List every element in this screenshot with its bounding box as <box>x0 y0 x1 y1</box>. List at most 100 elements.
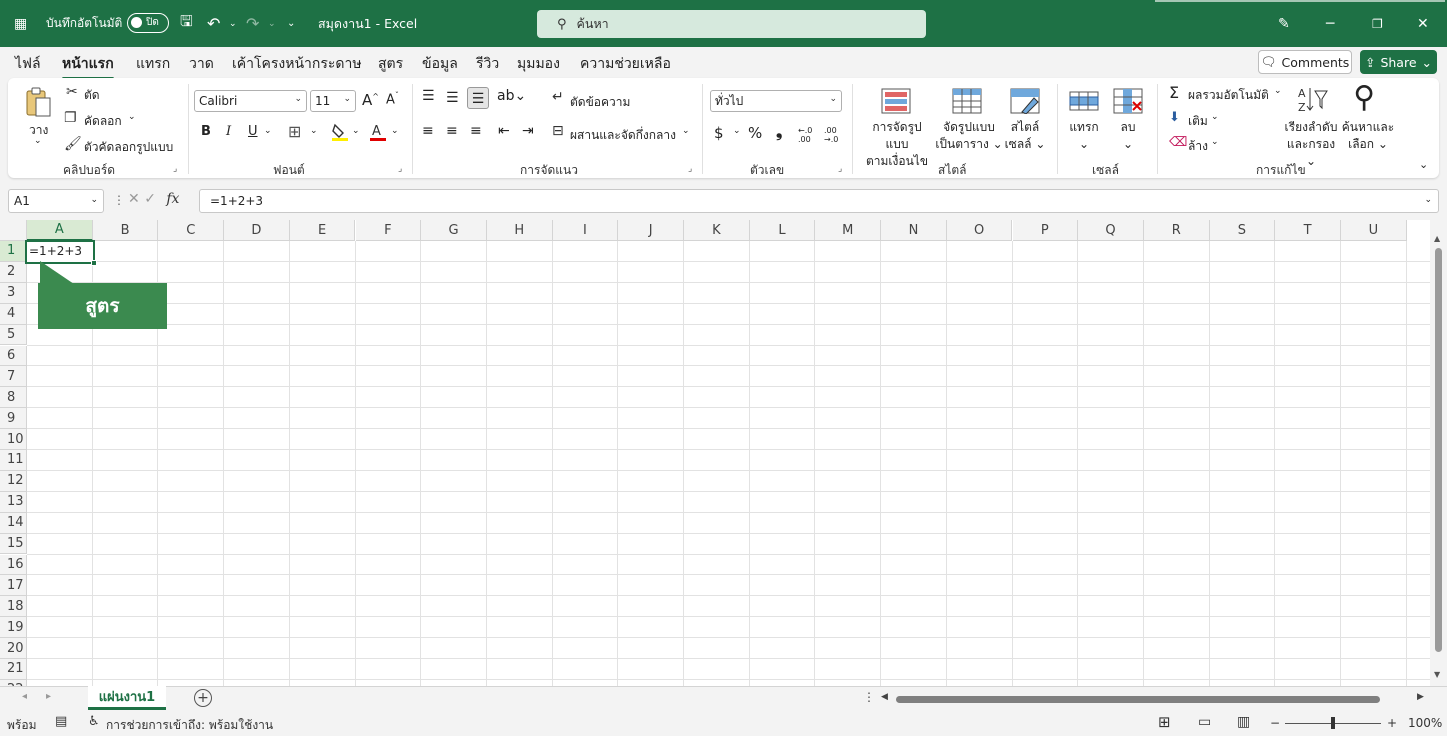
insert-function-icon[interactable]: fx <box>166 191 179 207</box>
currency-icon[interactable]: $ <box>714 124 724 142</box>
row-header-20[interactable]: 20 <box>0 638 27 659</box>
horizontal-scroll-thumb[interactable] <box>896 696 1380 703</box>
vertical-scrollbar[interactable]: ▲ ▼ <box>1430 220 1447 686</box>
pen-icon[interactable]: ✎ <box>1278 0 1290 47</box>
clear-dropdown-icon[interactable]: ⌄ <box>1211 137 1219 147</box>
row-header-1[interactable]: 1 <box>0 241 27 262</box>
insert-cells-button[interactable]: แทรก ⌄ <box>1066 119 1102 153</box>
row-header-17[interactable]: 17 <box>0 575 27 597</box>
column-header-h[interactable]: H <box>486 220 553 241</box>
row-header-18[interactable]: 18 <box>0 596 27 618</box>
currency-dropdown-icon[interactable]: ⌄ <box>733 126 741 136</box>
align-center-icon[interactable]: ≡ <box>446 123 458 139</box>
conditional-formatting-icon[interactable] <box>881 88 911 114</box>
page-break-view-icon[interactable]: ▥ <box>1237 714 1250 730</box>
select-all-corner[interactable] <box>0 220 27 241</box>
borders-dropdown-icon[interactable]: ⌄ <box>310 126 318 136</box>
column-header-i[interactable]: I <box>552 220 619 241</box>
increase-indent-icon[interactable]: ⇥ <box>522 123 534 139</box>
save-icon[interactable]: 🖫 <box>180 0 193 47</box>
find-select-button[interactable]: ค้นหาและ เลือก ⌄ <box>1338 119 1398 153</box>
row-header-2[interactable]: 2 <box>0 261 27 283</box>
column-header-r[interactable]: R <box>1143 220 1210 241</box>
zoom-in-button[interactable]: + <box>1387 716 1397 730</box>
delete-cells-button[interactable]: ลบ ⌄ <box>1110 119 1146 153</box>
scroll-down-icon[interactable]: ▼ <box>1434 670 1440 679</box>
percent-icon[interactable]: % <box>748 124 762 142</box>
row-header-15[interactable]: 15 <box>0 533 27 555</box>
copy-dropdown-icon[interactable]: ⌄ <box>128 112 136 122</box>
column-header-e[interactable]: E <box>289 220 356 241</box>
name-box[interactable]: A1 ⌄ <box>8 189 104 213</box>
align-middle-icon[interactable]: ☰ <box>446 90 459 106</box>
merge-center-button[interactable]: ผสานและจัดกึ่งกลาง <box>570 126 676 145</box>
column-header-u[interactable]: U <box>1341 220 1407 241</box>
prev-sheet-icon[interactable]: ◂ <box>22 691 27 702</box>
decrease-decimal-icon[interactable]: .00 →.0 <box>824 126 838 144</box>
conditional-formatting-button[interactable]: การจัดรูปแบบ ตามเงื่อนไข <box>861 119 933 170</box>
comma-style-icon[interactable]: ❟ <box>776 122 782 142</box>
tab-draw[interactable]: วาด <box>189 53 214 75</box>
autosave-toggle[interactable]: ปิด <box>127 13 169 33</box>
redo-dropdown-icon[interactable]: ⌄ <box>268 0 276 47</box>
zoom-slider-knob[interactable] <box>1331 717 1335 729</box>
shrink-font-icon[interactable]: Aˇ <box>386 91 399 107</box>
copy-button[interactable]: คัดลอก <box>84 112 122 131</box>
orientation-icon[interactable]: ab⌄ <box>497 88 526 104</box>
search-box[interactable]: ⚲ ค้นหา <box>537 10 926 38</box>
column-header-p[interactable]: P <box>1012 220 1079 241</box>
worksheet-grid[interactable]: A B C D E F G H I J K L M N O P Q R S T U 1 2 3 4 5 6 7 8 9 10 11 12 13 14… <box>0 220 1430 686</box>
quick-access-more-icon[interactable]: ⌄ <box>287 0 295 47</box>
row-header-14[interactable]: 14 <box>0 512 27 534</box>
row-header-12[interactable]: 12 <box>0 470 27 492</box>
maximize-button[interactable]: ❐ <box>1372 0 1383 47</box>
column-header-o[interactable]: O <box>946 220 1013 241</box>
share-button[interactable]: ⇪ Share ⌄ <box>1360 50 1437 74</box>
align-right-icon[interactable]: ≡ <box>470 123 482 139</box>
tab-view[interactable]: มุมมอง <box>517 53 560 75</box>
borders-icon[interactable]: ⊞ <box>288 122 301 141</box>
font-color-icon[interactable]: A <box>369 122 387 142</box>
undo-icon[interactable]: ↶ <box>207 0 220 47</box>
tab-page-layout[interactable]: เค้าโครงหน้ากระดาษ <box>232 53 362 75</box>
undo-dropdown-icon[interactable]: ⌄ <box>229 0 237 47</box>
paste-dropdown-icon[interactable]: ⌄ <box>34 136 42 146</box>
formula-input[interactable]: =1+2+3 ⌄ <box>199 189 1439 213</box>
scroll-left-icon[interactable]: ◀ <box>881 692 888 702</box>
number-launcher-icon[interactable]: ⌟ <box>838 164 842 174</box>
row-header-7[interactable]: 7 <box>0 366 27 388</box>
font-size-select[interactable]: 11 ⌄ <box>310 90 356 112</box>
column-header-d[interactable]: D <box>224 220 290 241</box>
next-sheet-icon[interactable]: ▸ <box>46 691 51 702</box>
accessibility-status[interactable]: การช่วยการเข้าถึง: พร้อมใช้งาน <box>106 716 273 735</box>
row-header-9[interactable]: 9 <box>0 408 27 430</box>
column-header-k[interactable]: K <box>684 220 750 241</box>
underline-dropdown-icon[interactable]: ⌄ <box>264 126 272 136</box>
cancel-icon[interactable]: ✕ <box>128 191 140 207</box>
column-header-g[interactable]: G <box>421 220 487 241</box>
row-header-19[interactable]: 19 <box>0 617 27 639</box>
macro-record-icon[interactable]: ▤ <box>55 714 67 729</box>
column-header-a[interactable]: A <box>27 220 93 241</box>
minimize-button[interactable]: ─ <box>1326 0 1334 47</box>
column-header-s[interactable]: S <box>1209 220 1276 241</box>
font-launcher-icon[interactable]: ⌟ <box>398 164 402 174</box>
increase-decimal-icon[interactable]: ←.0.00 <box>798 126 812 144</box>
tab-home[interactable]: หน้าแรก <box>62 53 114 80</box>
column-header-b[interactable]: B <box>92 220 159 241</box>
find-select-icon[interactable]: ⚲ <box>1353 80 1375 115</box>
clipboard-launcher-icon[interactable]: ⌟ <box>173 164 177 174</box>
italic-button[interactable]: I <box>226 124 231 139</box>
enter-icon[interactable]: ✓ <box>144 191 156 207</box>
add-sheet-button[interactable]: + <box>194 689 212 707</box>
insert-cells-icon[interactable] <box>1069 88 1099 114</box>
row-header-16[interactable]: 16 <box>0 554 27 576</box>
fill-dropdown-icon[interactable]: ⌄ <box>1211 112 1219 122</box>
row-header-6[interactable]: 6 <box>0 345 27 367</box>
autosum-button[interactable]: ผลรวมอัตโนมัติ <box>1188 86 1269 105</box>
column-header-q[interactable]: Q <box>1078 220 1144 241</box>
accessibility-icon[interactable]: ♿ <box>88 714 100 729</box>
cell-styles-button[interactable]: สไตล์ เซลล์ ⌄ <box>1004 119 1046 153</box>
tab-file[interactable]: ไฟล์ <box>15 53 41 75</box>
decrease-indent-icon[interactable]: ⇤ <box>498 123 510 139</box>
